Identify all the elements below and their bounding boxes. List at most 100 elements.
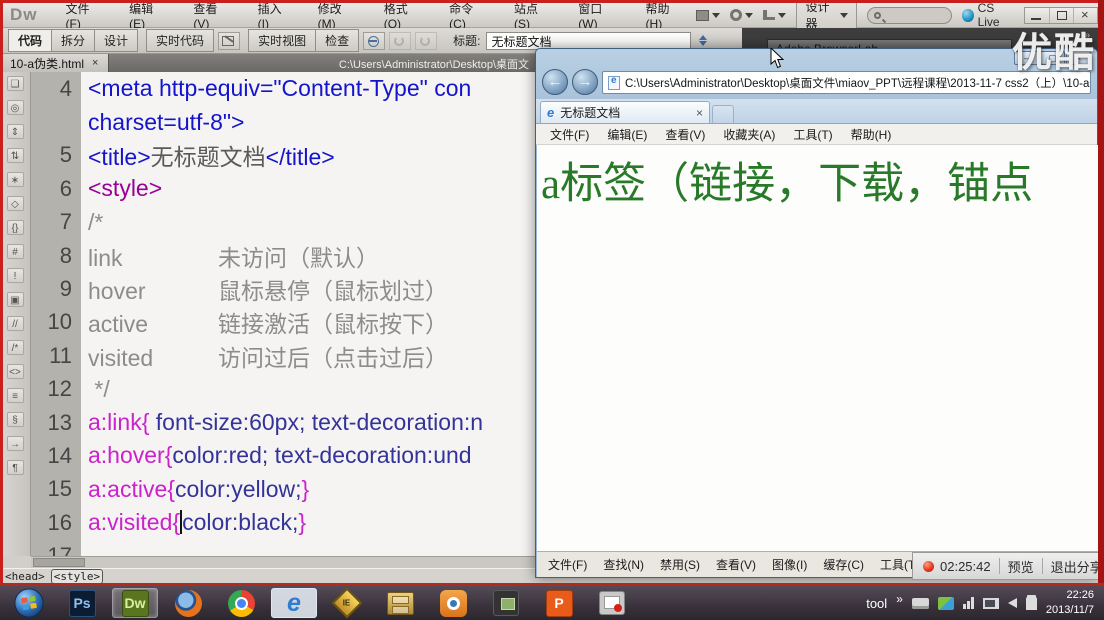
tab-close-icon[interactable]: × [92,57,98,69]
taskbar-internet-explorer[interactable]: e [271,588,317,618]
browser-tab-title: 无标题文档 [560,104,620,121]
input-method-icon[interactable] [938,597,954,610]
coding-toolbar-icon[interactable]: ! [7,268,24,283]
coding-toolbar-icon[interactable]: ◇ [7,196,24,211]
inspect-button[interactable]: 检查 [316,29,359,52]
tag-selector-style[interactable]: <style> [51,569,103,584]
devbar-item[interactable]: 图像(I) [765,556,814,573]
split-view-button[interactable]: 拆分 [52,29,95,52]
network-signal-icon[interactable] [963,597,974,609]
devbar-item[interactable]: 查找(N) [596,556,651,573]
coding-toolbar-icon[interactable]: § [7,412,24,427]
recording-frame-bottom [0,583,1104,586]
devbar-item[interactable]: 文件(F) [541,556,594,573]
keyboard-icon[interactable] [912,598,929,609]
file-management-icon[interactable] [699,35,707,46]
devbar-item[interactable]: 缓存(C) [816,556,871,573]
coding-toolbar-icon[interactable]: {} [7,220,24,235]
taskbar-firefox[interactable] [165,588,211,618]
ietester-icon: IE [331,587,362,618]
cs-live-button[interactable]: CS Live [962,1,1014,29]
coding-toolbar-icon[interactable]: ❏ [7,76,24,91]
dw-menu-item[interactable]: 文件(F) [52,0,116,31]
dw-menu-item[interactable]: 插入(I) [244,0,304,31]
back-button[interactable]: ← [542,69,568,95]
dw-menu-item[interactable]: 格式(O) [370,0,435,31]
browser-tabrow: e 无标题文档 × [536,99,1097,124]
document-tab[interactable]: 10-a伪类.html × [0,54,109,72]
tag-selector-head[interactable]: <head> [3,570,47,583]
code-view-button[interactable]: 代码 [8,29,52,52]
taskbar-screen-capture[interactable] [589,588,635,618]
tool-label[interactable]: tool [866,596,887,611]
coding-toolbar-icon[interactable]: ◎ [7,100,24,115]
coding-toolbar-icon[interactable]: ▣ [7,292,24,307]
taskbar-photoshop[interactable]: Ps [59,588,105,618]
cs-live-label: CS Live [978,1,1014,29]
extend-icon[interactable] [730,9,753,21]
search-input[interactable] [867,7,952,24]
page-anchor-link[interactable]: a标签（链接，下载，锚点 [541,149,1098,211]
scrollbar-thumb[interactable] [33,558,85,567]
power-icon[interactable] [1026,597,1037,610]
taskbar-ietester[interactable]: IE [324,588,370,618]
taskbar-dreamweaver[interactable]: Dw [112,588,158,618]
browser-menu-item[interactable]: 帮助(H) [843,126,900,143]
coding-toolbar-icon[interactable]: /* [7,340,24,355]
taskbar-adobe-utility[interactable] [483,588,529,618]
volume-icon[interactable] [1008,598,1017,608]
taskbar-clock[interactable]: 22:26 2013/11/7 [1046,588,1094,618]
check-browser-compat-icon[interactable] [389,32,411,50]
coding-toolbar-icon[interactable]: ⇕ [7,124,24,139]
browser-menu-item[interactable]: 编辑(E) [599,126,655,143]
new-tab-button[interactable] [712,105,734,123]
document-tab-label: 10-a伪类.html [10,55,84,72]
file-compare-icon[interactable] [218,32,240,50]
dw-menu-item[interactable]: 修改(M) [304,0,370,31]
browser-menu-item[interactable]: 工具(T) [785,126,840,143]
photoshop-icon: Ps [69,590,96,617]
taskbar-chrome[interactable] [218,588,264,618]
coding-toolbar-icon[interactable]: ⇅ [7,148,24,163]
p-app-icon: P [546,590,573,617]
devbar-item[interactable]: 禁用(S) [653,556,707,573]
document-path: C:\Users\Administrator\Desktop\桌面文 [339,56,529,72]
forward-button[interactable]: → [572,69,598,95]
browser-menu-item[interactable]: 查看(V) [657,126,713,143]
coding-toolbar-icon[interactable]: <> [7,364,24,379]
live-view-button[interactable]: 实时视图 [248,29,316,52]
coding-toolbar-icon[interactable]: ∗ [7,172,24,187]
browser-menubar: 文件(F)编辑(E)查看(V)收藏夹(A)工具(T)帮助(H) [536,124,1097,145]
live-code-button[interactable]: 实时代码 [146,29,214,52]
refresh-icon[interactable] [415,32,437,50]
horizontal-scrollbar[interactable] [31,556,540,568]
browser-tab-close-icon[interactable]: × [696,106,703,120]
document-title-input[interactable]: 无标题文档 [486,32,691,50]
coding-toolbar-icon[interactable]: // [7,316,24,331]
browser-tab[interactable]: e 无标题文档 × [540,101,710,123]
coding-toolbar-icon[interactable]: ≡ [7,388,24,403]
tray-chevrons-icon[interactable]: » [896,592,903,606]
preview-in-browser-icon[interactable] [363,32,385,50]
taskbar-camera-app[interactable] [430,588,476,618]
coding-toolbar-icon[interactable]: → [7,436,24,451]
devbar-item[interactable]: 查看(V) [709,556,763,573]
taskbar-p-app[interactable]: P [536,588,582,618]
dw-menu-item[interactable]: 查看(V) [179,0,243,31]
design-view-button[interactable]: 设计 [95,29,138,52]
dw-menu-item[interactable]: 编辑(E) [115,0,179,31]
start-button[interactable] [6,588,52,618]
layout-switch-icon[interactable] [696,10,720,21]
dw-menu-item[interactable]: 帮助(H) [632,0,697,31]
dw-menu-item[interactable]: 站点(S) [500,0,564,31]
preview-button[interactable]: 预览 [1008,557,1034,576]
dw-menu-item[interactable]: 命令(C) [435,0,500,31]
dw-menu-item[interactable]: 窗口(W) [564,0,631,31]
site-icon[interactable] [763,10,786,20]
exit-share-button[interactable]: 退出分享 [1051,557,1103,576]
taskbar-file-manager[interactable] [377,588,423,618]
coding-toolbar-icon[interactable]: ¶ [7,460,24,475]
browser-menu-item[interactable]: 文件(F) [542,126,597,143]
browser-menu-item[interactable]: 收藏夹(A) [715,126,783,143]
coding-toolbar-icon[interactable]: # [7,244,24,259]
